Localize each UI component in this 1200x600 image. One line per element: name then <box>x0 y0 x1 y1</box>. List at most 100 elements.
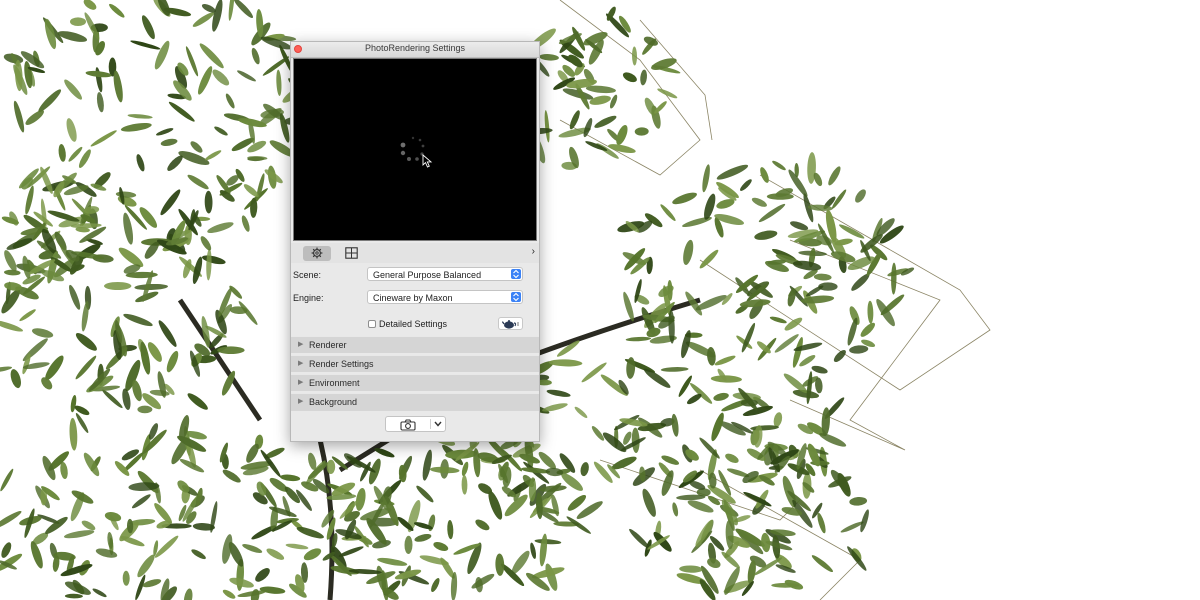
leaf <box>672 192 697 205</box>
leaf <box>622 72 637 83</box>
leaf <box>139 207 158 228</box>
leaf <box>280 474 301 482</box>
photorendering-settings-palette: PhotoRendering Settings › Scene: General… <box>290 41 540 442</box>
leaf <box>214 126 228 136</box>
leaf <box>122 388 131 410</box>
section-environment[interactable]: ▶ Environment <box>291 374 539 391</box>
detailed-settings-checkbox[interactable] <box>368 320 376 328</box>
leaf <box>660 204 676 221</box>
leaf <box>642 488 656 517</box>
leaf <box>625 336 652 342</box>
window-title: PhotoRendering Settings <box>364 43 466 53</box>
leaf <box>190 141 203 153</box>
title-bar[interactable]: PhotoRendering Settings <box>291 42 539 58</box>
updown-icon <box>511 292 521 302</box>
leaf <box>199 43 224 69</box>
leaf <box>168 101 195 122</box>
leaf <box>847 546 867 571</box>
leaf <box>771 582 800 588</box>
leaf <box>38 89 62 113</box>
leaf <box>585 141 608 151</box>
leaf <box>676 494 706 501</box>
section-label: Environment <box>309 378 360 388</box>
chevron-down-icon[interactable] <box>434 421 442 427</box>
leaf <box>206 248 212 281</box>
tab-layout[interactable] <box>337 246 365 261</box>
leaf <box>374 448 395 458</box>
leaf <box>160 189 181 216</box>
section-label: Render Settings <box>309 359 374 369</box>
leaf <box>122 570 130 586</box>
leaf <box>158 320 177 347</box>
leaf <box>679 565 703 573</box>
render-preview[interactable] <box>293 58 537 241</box>
section-render-settings[interactable]: ▶ Render Settings <box>291 355 539 372</box>
scene-label: Scene: <box>293 270 322 280</box>
leaf <box>255 568 270 582</box>
leaf <box>741 322 756 353</box>
leaf <box>60 564 93 577</box>
material-preview-button[interactable] <box>498 317 523 330</box>
leaf <box>266 548 285 560</box>
leaf <box>166 350 179 373</box>
scene-select[interactable]: General Purpose Balanced <box>367 267 523 281</box>
engine-select[interactable]: Cineware by Maxon <box>367 290 523 304</box>
leaf <box>136 154 145 172</box>
leaf <box>687 393 702 405</box>
leaf <box>127 114 153 119</box>
leaf <box>847 317 858 346</box>
leaf <box>773 412 783 427</box>
leaf <box>817 512 826 534</box>
leaf <box>761 532 771 553</box>
leaf <box>699 249 719 269</box>
button-divider <box>430 419 431 429</box>
leaf <box>338 546 364 557</box>
leaf <box>187 393 208 410</box>
leaf <box>660 367 689 372</box>
leaf <box>799 355 816 367</box>
tab-settings[interactable] <box>303 246 331 261</box>
leaf <box>204 150 222 161</box>
leaf <box>192 12 215 27</box>
leaf <box>539 54 559 61</box>
leaf <box>242 544 263 553</box>
leaf <box>551 494 559 517</box>
leaf <box>716 164 749 180</box>
leaf <box>200 236 212 251</box>
leaf <box>19 309 36 322</box>
leaf <box>167 155 183 171</box>
leaf <box>6 238 33 250</box>
leaf <box>58 144 66 162</box>
leaf <box>672 502 679 517</box>
leaf <box>784 317 803 331</box>
render-button[interactable] <box>385 416 446 432</box>
triangle-right-icon: ▶ <box>298 379 304 386</box>
leaf <box>828 166 841 186</box>
leaf <box>548 359 583 367</box>
leaf <box>96 92 104 113</box>
scene-value: General Purpose Balanced <box>373 270 482 280</box>
section-background[interactable]: ▶ Background <box>291 393 539 410</box>
leaf <box>539 533 548 567</box>
leaf <box>429 466 460 474</box>
leaf <box>640 69 647 86</box>
leaf <box>296 526 324 539</box>
leaf <box>69 284 81 310</box>
leaf <box>475 519 490 531</box>
triangle-right-icon: ▶ <box>298 398 304 405</box>
leaf <box>772 160 786 171</box>
section-renderer[interactable]: ▶ Renderer <box>291 336 539 353</box>
triangle-right-icon: ▶ <box>298 360 304 367</box>
camera-icon <box>400 419 416 431</box>
leaf <box>131 494 151 509</box>
leaf <box>66 118 77 142</box>
chevron-right-icon[interactable]: › <box>532 246 535 257</box>
leaf <box>769 316 787 324</box>
3d-viewport[interactable] <box>0 0 1200 600</box>
leaf <box>634 127 649 136</box>
leaf <box>233 0 254 19</box>
leaf <box>154 40 170 70</box>
leaf <box>160 138 178 147</box>
leaf <box>580 462 589 477</box>
leaf <box>574 406 588 419</box>
